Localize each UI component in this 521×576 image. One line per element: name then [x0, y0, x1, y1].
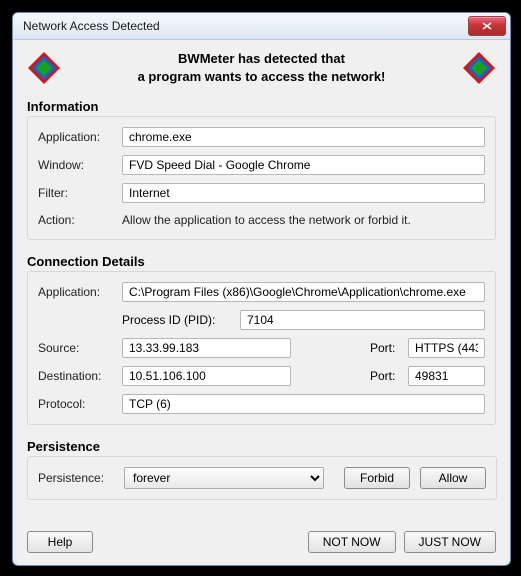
conn-dest-port-field[interactable]: [408, 366, 485, 386]
diamond-icon: [27, 51, 61, 85]
forbid-button[interactable]: Forbid: [344, 467, 410, 489]
persistence-title: Persistence: [27, 439, 496, 454]
app-logo-right: [462, 51, 496, 85]
help-button[interactable]: Help: [27, 531, 93, 553]
header-row: BWMeter has detected that a program want…: [27, 50, 496, 85]
info-action-text: Allow the application to access the netw…: [122, 211, 485, 229]
diamond-icon: [462, 51, 496, 85]
info-window-field[interactable]: [122, 155, 485, 175]
connection-group: Application: Process ID (PID): Source: P…: [27, 271, 496, 425]
conn-source-port-label: Port:: [370, 341, 400, 355]
information-group: Application: Window: Filter: Action: All…: [27, 116, 496, 240]
connection-title: Connection Details: [27, 254, 496, 269]
conn-dest-label: Destination:: [38, 369, 114, 383]
conn-application-field[interactable]: [122, 282, 485, 302]
persistence-label: Persistence:: [38, 471, 114, 485]
conn-pid-field[interactable]: [240, 310, 485, 330]
info-application-field[interactable]: [122, 127, 485, 147]
persistence-group: Persistence: forever Forbid Allow: [27, 456, 497, 500]
persistence-select[interactable]: forever: [124, 467, 324, 489]
conn-pid-label: Process ID (PID):: [122, 313, 232, 327]
app-logo-left: [27, 51, 61, 85]
conn-dest-field[interactable]: [122, 366, 291, 386]
title-bar: Network Access Detected: [13, 13, 510, 40]
dialog-content: BWMeter has detected that a program want…: [13, 40, 510, 565]
info-filter-label: Filter:: [38, 186, 114, 200]
header-line-1: BWMeter has detected that: [138, 50, 386, 68]
close-button[interactable]: [468, 16, 506, 36]
conn-source-label: Source:: [38, 341, 114, 355]
header-line-2: a program wants to access the network!: [138, 68, 386, 86]
info-filter-field[interactable]: [122, 183, 485, 203]
conn-source-field[interactable]: [122, 338, 291, 358]
conn-dest-port-label: Port:: [370, 369, 400, 383]
close-icon: [482, 22, 492, 30]
footer-row: Help NOT NOW JUST NOW: [27, 531, 496, 553]
not-now-button[interactable]: NOT NOW: [308, 531, 396, 553]
allow-button[interactable]: Allow: [420, 467, 486, 489]
information-title: Information: [27, 99, 496, 114]
conn-protocol-label: Protocol:: [38, 397, 114, 411]
info-application-label: Application:: [38, 130, 114, 144]
conn-application-label: Application:: [38, 285, 114, 299]
info-action-label: Action:: [38, 213, 114, 227]
header-text: BWMeter has detected that a program want…: [138, 50, 386, 85]
dialog-window: Network Access Detected BWMeter has dete…: [12, 12, 511, 566]
conn-source-port-field[interactable]: [408, 338, 485, 358]
window-title: Network Access Detected: [23, 19, 468, 33]
just-now-button[interactable]: JUST NOW: [404, 531, 496, 553]
info-window-label: Window:: [38, 158, 114, 172]
conn-protocol-field[interactable]: [122, 394, 485, 414]
